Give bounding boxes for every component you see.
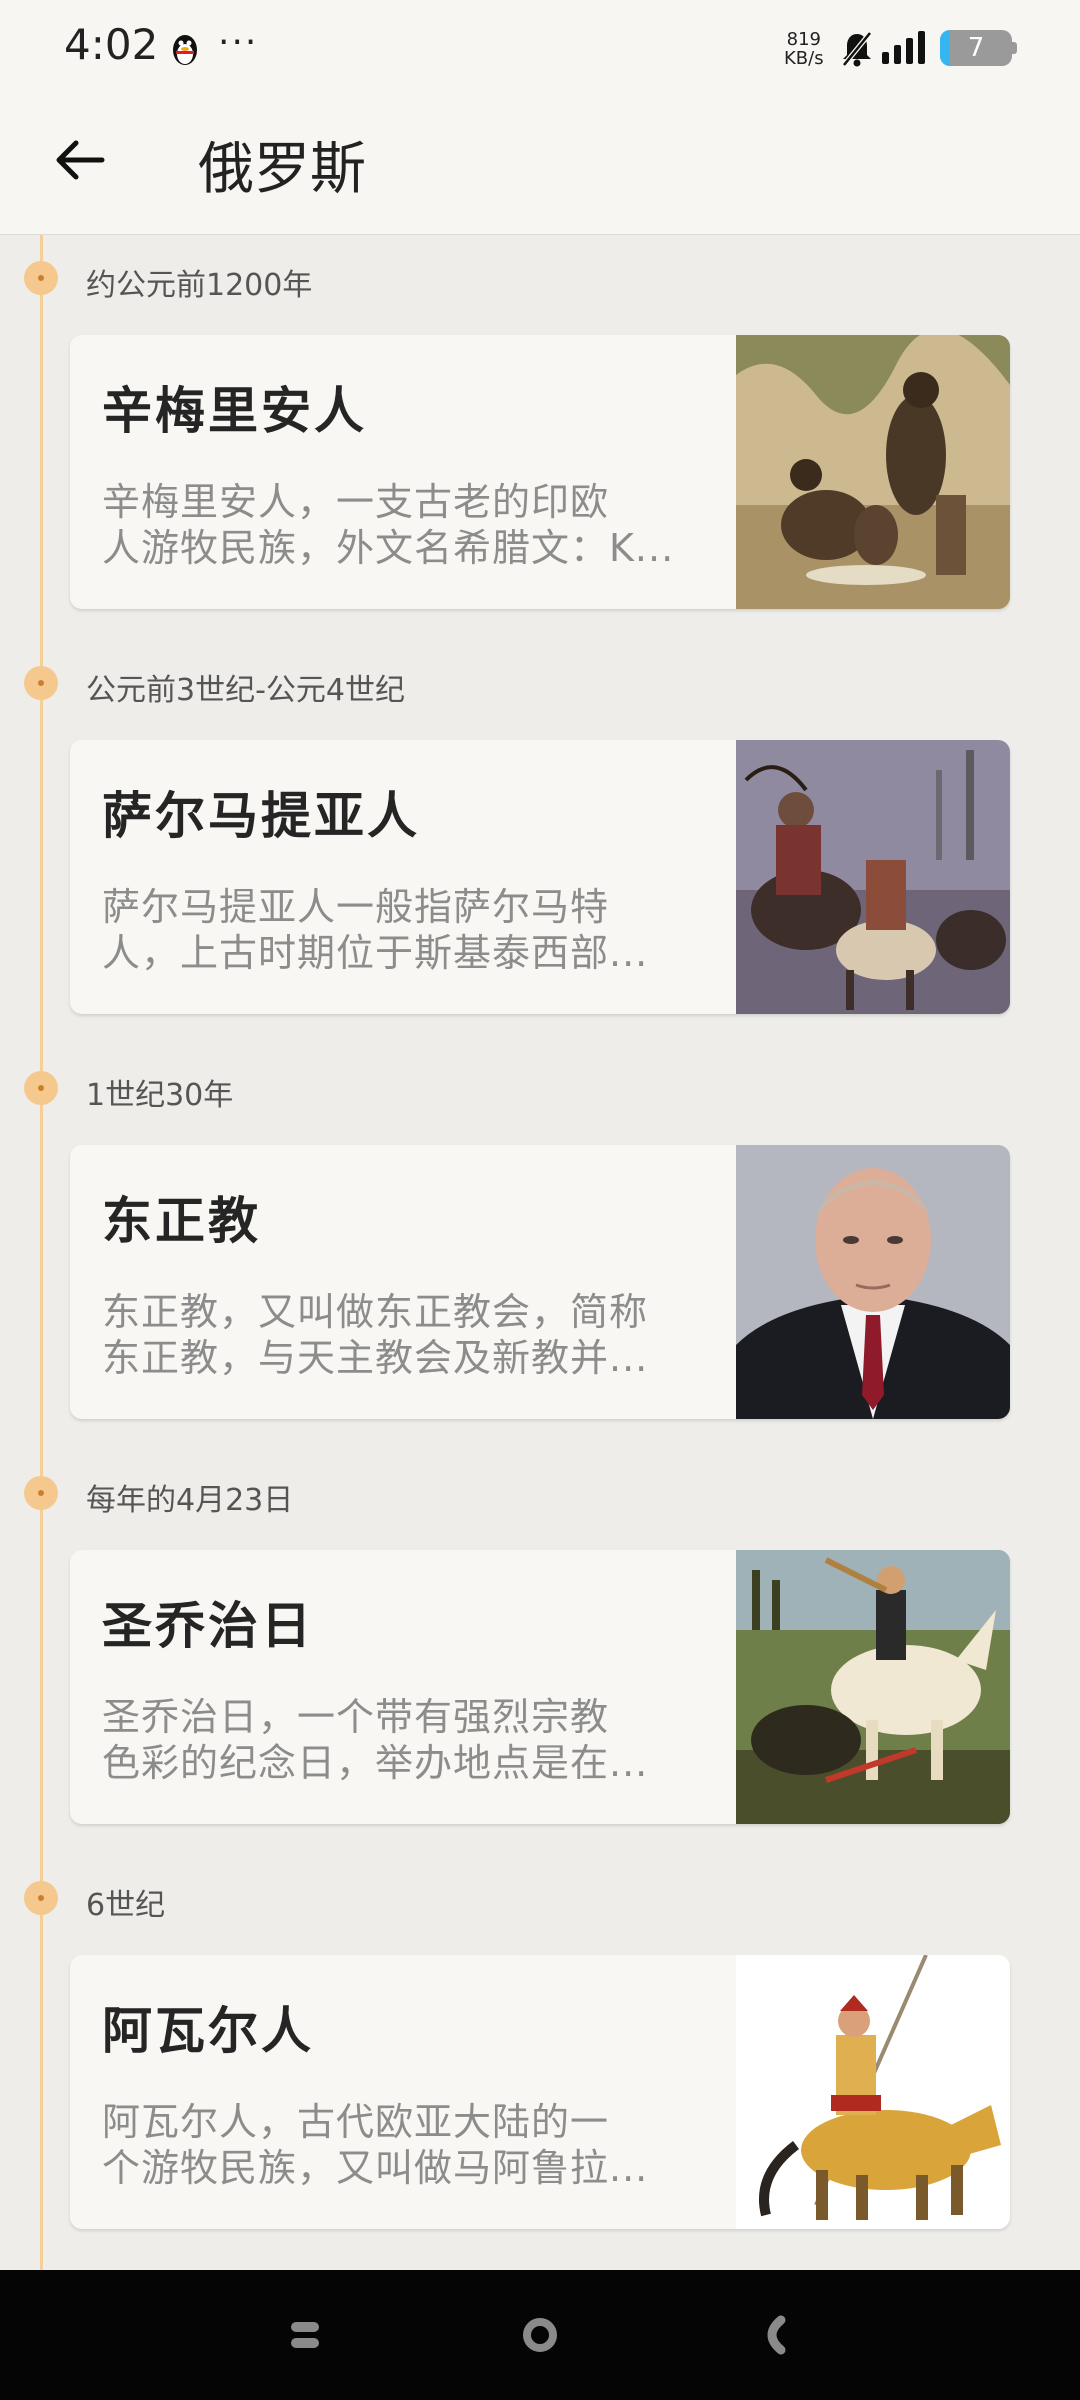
card-description-line: 阿瓦尔人，古代欧亚大陆的一 — [102, 2100, 610, 2144]
battery-level: 7 — [967, 33, 985, 63]
card-image — [736, 1955, 1010, 2229]
app-header: 俄罗斯 — [0, 96, 1080, 235]
network-speed: 819 KB/s — [784, 30, 824, 68]
network-speed-unit: KB/s — [784, 48, 824, 69]
card-title: 辛梅里安人 — [102, 382, 367, 440]
recents-button[interactable] — [281, 2310, 331, 2360]
timeline-card[interactable]: 辛梅里安人 辛梅里安人，一支古老的印欧 人游牧民族，外文名希腊文：K... — [70, 335, 1010, 609]
mounted-archers-battle-image — [736, 740, 1010, 1014]
timeline-date: 1世纪30年 — [86, 1078, 234, 1113]
card-description: 东正教，又叫做东正教会，简称 东正教，与天主教会及新教并... — [102, 1289, 702, 1381]
card-description-line: 东正教，与天主教会及新教并... — [102, 1336, 649, 1380]
timeline-card[interactable]: 东正教 东正教，又叫做东正教会，简称 东正教，与天主教会及新教并... — [70, 1145, 1010, 1419]
card-description: 阿瓦尔人，古代欧亚大陆的一 个游牧民族，又叫做马阿鲁拉... — [102, 2099, 702, 2191]
timeline-card[interactable]: 阿瓦尔人 阿瓦尔人，古代欧亚大陆的一 个游牧民族，又叫做马阿鲁拉... — [70, 1955, 1010, 2229]
timeline-date: 每年的4月23日 — [86, 1483, 294, 1518]
card-description: 辛梅里安人，一支古老的印欧 人游牧民族，外文名希腊文：K... — [102, 479, 702, 571]
card-description-line: 辛梅里安人，一支古老的印欧 — [102, 480, 610, 524]
timeline-card[interactable]: 萨尔马提亚人 萨尔马提亚人一般指萨尔马特 人，上古时期位于斯基泰西部... — [70, 740, 1010, 1014]
card-title: 萨尔马提亚人 — [102, 787, 420, 845]
card-image — [736, 1145, 1010, 1419]
battery-icon: 7 — [940, 30, 1012, 66]
card-title: 圣乔治日 — [102, 1597, 314, 1655]
timeline-dot — [24, 1476, 58, 1510]
timeline-date: 公元前3世纪-公元4世纪 — [86, 673, 405, 708]
card-title: 阿瓦尔人 — [102, 2002, 314, 2060]
back-button[interactable] — [749, 2310, 799, 2360]
timeline-line — [40, 235, 43, 2270]
qq-penguin-icon — [173, 35, 197, 65]
saint-george-and-dragon-painting-image — [736, 1550, 1010, 1824]
timeline-dot — [24, 1071, 58, 1105]
timeline: 约公元前1200年 辛梅里安人 辛梅里安人，一支古老的印欧 人游牧民族，外文名希… — [0, 235, 1080, 2270]
bell-muted-icon — [842, 31, 872, 67]
card-description: 萨尔马提亚人一般指萨尔马特 人，上古时期位于斯基泰西部... — [102, 884, 702, 976]
card-description-line: 个游牧民族，又叫做马阿鲁拉... — [102, 2146, 649, 2190]
network-speed-value: 819 — [786, 29, 821, 50]
card-image — [736, 1550, 1010, 1824]
timeline-dot — [24, 666, 58, 700]
status-bar: 4:02 ··· 819 KB/s 7 — [0, 0, 1080, 96]
nomads-illustration-image — [736, 335, 1010, 609]
timeline-dot — [24, 261, 58, 295]
card-description-line: 色彩的纪念日，举办地点是在... — [102, 1741, 649, 1785]
card-image — [736, 740, 1010, 1014]
card-description-line: 人，上古时期位于斯基泰西部... — [102, 931, 649, 975]
portrait-man-in-suit-image — [736, 1145, 1010, 1419]
system-nav-bar — [0, 2270, 1080, 2400]
battery-tip — [1012, 42, 1017, 54]
card-description-line: 圣乔治日，一个带有强烈宗教 — [102, 1695, 610, 1739]
signal-icon — [882, 31, 925, 64]
timeline-date: 约公元前1200年 — [86, 268, 313, 303]
home-button[interactable] — [515, 2310, 565, 2360]
page-title: 俄罗斯 — [198, 137, 366, 202]
mounted-warrior-with-lance-image — [736, 1955, 1010, 2229]
card-description-line: 萨尔马提亚人一般指萨尔马特 — [102, 885, 610, 929]
status-time: 4:02 — [64, 20, 159, 69]
card-image — [736, 335, 1010, 609]
card-description-line: 东正教，又叫做东正教会，简称 — [102, 1290, 649, 1334]
more-notifications-indicator: ··· — [218, 22, 259, 63]
card-description-line: 人游牧民族，外文名希腊文：K... — [102, 526, 675, 570]
timeline-card[interactable]: 圣乔治日 圣乔治日，一个带有强烈宗教 色彩的纪念日，举办地点是在... — [70, 1550, 1010, 1824]
card-title: 东正教 — [102, 1192, 261, 1250]
timeline-dot — [24, 1881, 58, 1915]
card-description: 圣乔治日，一个带有强烈宗教 色彩的纪念日，举办地点是在... — [102, 1694, 702, 1786]
arrow-left-icon[interactable] — [50, 130, 110, 190]
timeline-date: 6世纪 — [86, 1888, 166, 1923]
